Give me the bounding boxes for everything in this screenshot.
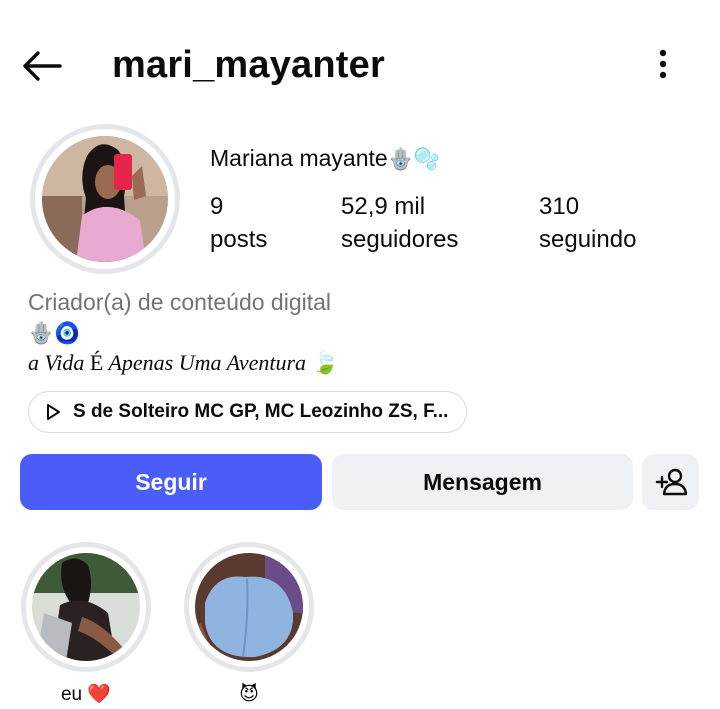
bio-text-part: É (89, 350, 104, 375)
leaf-emoji: 🍃 (311, 351, 339, 376)
stat-value: 52,9 mil (341, 193, 426, 220)
highlight-ring (21, 542, 151, 672)
bio-text: a Vida É Apenas Uma Aventura 🍃 (28, 348, 339, 379)
top-bar: mari_mayanter (0, 0, 720, 130)
stat-value: 9 (210, 193, 224, 220)
play-icon (47, 404, 60, 420)
avatar[interactable] (30, 124, 180, 274)
music-chip[interactable]: S de Solteiro MC GP, MC Leozinho ZS, F..… (28, 391, 468, 433)
name-emoji: 🪬🫧 (387, 147, 440, 171)
devil-emoji: 😈 (239, 683, 259, 705)
stat-value: 310 (539, 193, 580, 220)
stat-label: seguidores (341, 226, 459, 253)
profile-username: mari_mayanter (112, 44, 385, 86)
full-name-text: Mariana mayante (210, 145, 388, 171)
music-title: S de Solteiro MC GP, MC Leozinho ZS, F..… (73, 401, 449, 422)
message-button[interactable]: Mensagem (332, 454, 633, 510)
vertical-dots-icon[interactable] (648, 44, 678, 84)
avatar-photo (42, 136, 168, 262)
bio-text-part: Apenas Uma Aventura (103, 350, 312, 375)
highlight-label: 😈 (183, 682, 315, 707)
stat-followers[interactable]: 52,9 mil seguidores (341, 190, 458, 256)
suggested-accounts-button[interactable] (642, 454, 699, 510)
bio-text-part: a Vida (28, 350, 90, 375)
profile-full-name: Mariana mayante🪬🫧 (210, 142, 440, 175)
stat-posts[interactable]: 9 posts (210, 190, 267, 256)
stat-following[interactable]: 310 seguindo (539, 190, 636, 256)
stat-label: posts (210, 226, 268, 253)
follow-button[interactable]: Seguir (20, 454, 322, 510)
highlight-label-text: eu (60, 684, 83, 705)
highlight-item[interactable]: 😈 (183, 542, 315, 707)
highlight-cover (32, 553, 140, 661)
arrow-left-icon[interactable] (20, 44, 64, 88)
heart-emoji: ❤️ (87, 683, 112, 705)
add-person-icon (655, 468, 687, 496)
stat-label: seguindo (539, 226, 637, 253)
highlight-label: eu ❤️ (20, 682, 152, 707)
highlight-item[interactable]: eu ❤️ (20, 542, 152, 707)
highlight-ring (184, 542, 314, 672)
bio-emoji: 🪬🧿 (28, 321, 81, 345)
profile-category: Criador(a) de conteúdo digital (28, 289, 332, 315)
highlight-cover (195, 553, 303, 661)
